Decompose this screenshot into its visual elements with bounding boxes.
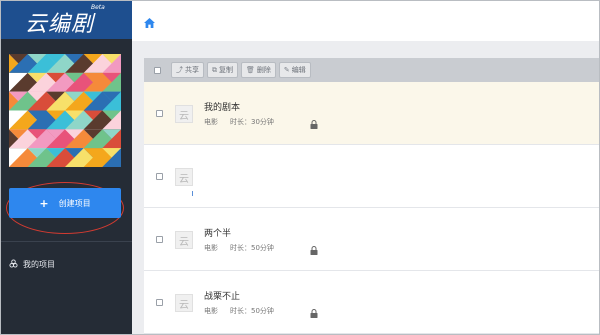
lock-icon bbox=[310, 114, 318, 133]
project-type: 电影 bbox=[204, 118, 218, 126]
project-type: 电影 bbox=[204, 244, 218, 252]
delete-label: 删除 bbox=[256, 66, 271, 74]
project-title[interactable]: 战栗不止 bbox=[204, 289, 240, 302]
select-all-checkbox[interactable] bbox=[154, 66, 161, 74]
project-meta: 电影 时长：50分钟 bbox=[204, 306, 274, 316]
row-checkbox[interactable] bbox=[156, 173, 163, 180]
project-title[interactable]: 两个半 bbox=[204, 226, 231, 239]
list-toolbar: ⤴ 共享 ⧉ 复制 🗑 删除 ✎ 编辑 bbox=[144, 58, 599, 82]
project-meta: 电影 时长：30分钟 bbox=[204, 117, 274, 127]
project-icon: 云 bbox=[175, 168, 193, 186]
trash-icon: 🗑 bbox=[246, 66, 255, 74]
folder-icon bbox=[9, 259, 18, 270]
row-checkbox[interactable] bbox=[156, 236, 163, 243]
copy-label: 复制 bbox=[219, 66, 233, 74]
row-checkbox[interactable] bbox=[156, 110, 163, 117]
sidebar-item-label: 我的项目 bbox=[23, 260, 55, 269]
project-icon: 云 bbox=[175, 231, 193, 249]
project-type: 电影 bbox=[204, 307, 218, 315]
plus-icon: + bbox=[39, 196, 49, 210]
sidebar-item-my-projects[interactable]: 我的项目 bbox=[9, 259, 55, 270]
project-duration: 时长：50分钟 bbox=[230, 244, 274, 252]
project-list: 云 我的剧本 电影 时长：30分钟 云 云 两个半 电影 时长：50分钟 云 战… bbox=[144, 82, 599, 334]
top-bar bbox=[132, 1, 599, 41]
main-content: ⤴ 共享 ⧉ 复制 🗑 删除 ✎ 编辑 云 我的剧本 电影 时长：30分钟 云 … bbox=[132, 41, 599, 334]
beta-badge: Beta bbox=[91, 4, 105, 11]
share-icon: ⤴ bbox=[176, 66, 183, 74]
edit-label: 编辑 bbox=[291, 66, 306, 74]
sidebar-divider bbox=[1, 241, 132, 242]
lock-icon bbox=[310, 303, 318, 322]
pencil-icon: ✎ bbox=[283, 66, 290, 74]
logo-bar[interactable]: 云编剧 Beta bbox=[1, 1, 132, 39]
sidebar: 云编剧 Beta + 创建项目 我的项目 bbox=[1, 1, 132, 334]
create-project-button[interactable]: + 创建项目 bbox=[9, 188, 121, 218]
project-duration: 时长：50分钟 bbox=[230, 307, 274, 315]
project-icon: 云 bbox=[175, 294, 193, 312]
row-checkbox[interactable] bbox=[156, 299, 163, 306]
home-icon[interactable] bbox=[144, 13, 155, 32]
avatar-pattern bbox=[9, 54, 121, 167]
project-title[interactable]: 我的剧本 bbox=[204, 100, 240, 113]
avatar[interactable] bbox=[9, 54, 121, 167]
project-meta: 电影 时长：50分钟 bbox=[204, 243, 274, 253]
list-item[interactable]: 云 战栗不止 电影 时长：50分钟 bbox=[144, 271, 599, 334]
list-item[interactable]: 云 两个半 电影 时长：50分钟 bbox=[144, 208, 599, 271]
project-icon: 云 bbox=[175, 105, 193, 123]
copy-button[interactable]: ⧉ 复制 bbox=[207, 62, 238, 78]
share-label: 共享 bbox=[185, 66, 199, 74]
delete-button[interactable]: 🗑 删除 bbox=[241, 62, 276, 78]
share-button[interactable]: ⤴ 共享 bbox=[171, 62, 204, 78]
project-duration: 时长：30分钟 bbox=[230, 118, 274, 126]
cursor-mark bbox=[192, 191, 193, 196]
list-item[interactable]: 云 bbox=[144, 145, 599, 208]
edit-button[interactable]: ✎ 编辑 bbox=[278, 62, 311, 78]
copy-icon: ⧉ bbox=[212, 65, 217, 74]
app-logo: 云编剧 bbox=[25, 12, 95, 37]
lock-icon bbox=[310, 240, 318, 259]
list-item[interactable]: 云 我的剧本 电影 时长：30分钟 bbox=[144, 82, 599, 145]
create-project-label: 创建项目 bbox=[58, 198, 91, 208]
